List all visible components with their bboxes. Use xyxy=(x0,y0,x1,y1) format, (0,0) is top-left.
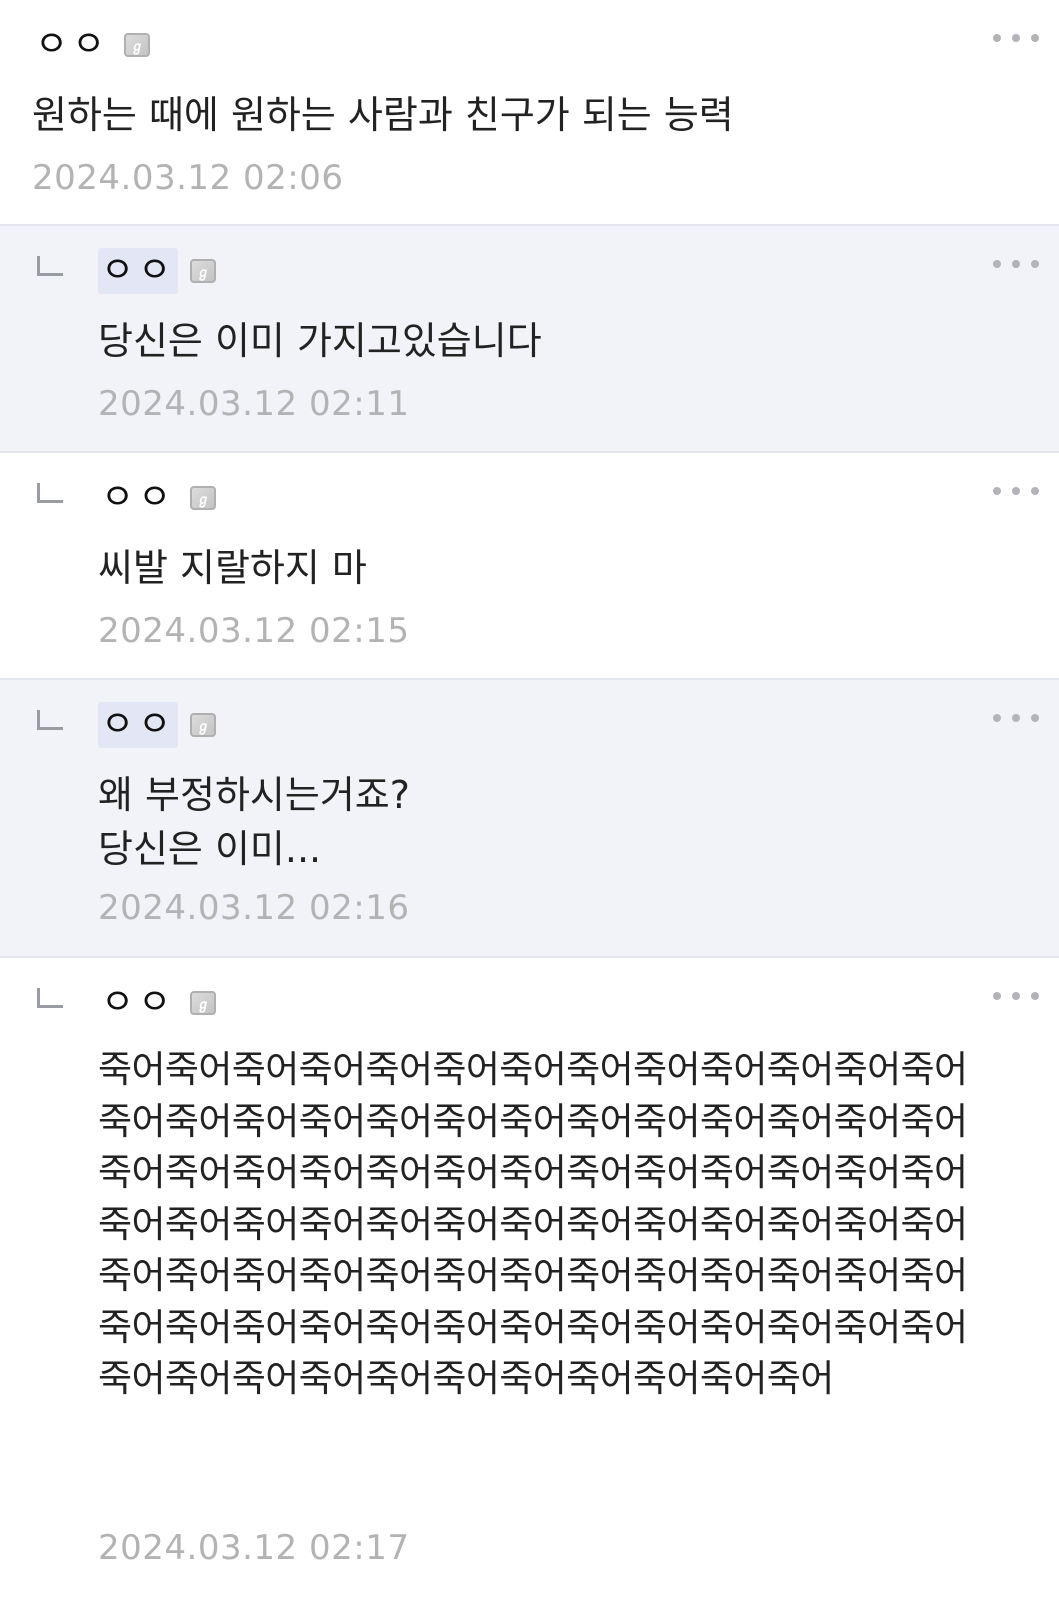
dot-icon xyxy=(1031,714,1039,722)
comment-timestamp: 2024.03.12 02:15 xyxy=(98,611,410,651)
dot-icon xyxy=(993,34,1001,42)
fixed-nick-icon: ℊ xyxy=(190,486,217,510)
dot-icon xyxy=(993,714,1001,722)
comment-timestamp: 2024.03.12 02:17 xyxy=(98,1528,410,1568)
more-options-button[interactable] xyxy=(993,252,1039,276)
dot-icon xyxy=(1031,260,1039,268)
dot-icon xyxy=(1031,34,1039,42)
dot-icon xyxy=(1012,714,1020,722)
fixed-nick-icon: ℊ xyxy=(124,33,151,57)
reply-arrow-icon xyxy=(37,256,63,276)
comment-timestamp: 2024.03.12 02:06 xyxy=(32,158,344,198)
comment-header: ㅇㅇ ℊ xyxy=(98,248,217,294)
reply-comment: ㅇㅇ ℊ 죽어죽어죽어죽어죽어죽어죽어죽어죽어죽어죽어죽어죽어죽어죽어죽어죽어죽… xyxy=(0,958,1059,1604)
reply-arrow-icon xyxy=(37,988,63,1008)
reply-comment: ㅇㅇ ℊ 왜 부정하시는거죠? 당신은 이미... 2024.03.12 02:… xyxy=(0,680,1059,958)
comment-header: ㅇㅇ ℊ xyxy=(98,702,217,748)
more-options-button[interactable] xyxy=(993,984,1039,1008)
comment-text: 당신은 이미 가지고있습니다 xyxy=(98,319,542,363)
dot-icon xyxy=(993,992,1001,1000)
dot-icon xyxy=(1031,992,1039,1000)
author-name[interactable]: ㅇㅇ xyxy=(98,980,178,1026)
comment-text: 씨발 지랄하지 마 xyxy=(98,546,367,590)
author-name[interactable]: ㅇㅇ xyxy=(32,22,112,68)
dot-icon xyxy=(1031,487,1039,495)
comment-text: 죽어죽어죽어죽어죽어죽어죽어죽어죽어죽어죽어죽어죽어죽어죽어죽어죽어죽어죽어죽어… xyxy=(98,1048,968,1400)
dot-icon xyxy=(993,487,1001,495)
dot-icon xyxy=(1012,34,1020,42)
dot-icon xyxy=(1012,992,1020,1000)
more-options-button[interactable] xyxy=(993,706,1039,730)
author-name[interactable]: ㅇㅇ xyxy=(98,475,178,521)
comment-header: ㅇㅇ ℊ xyxy=(32,22,151,68)
more-options-button[interactable] xyxy=(993,26,1039,50)
comment-timestamp: 2024.03.12 02:11 xyxy=(98,384,410,424)
reply-arrow-icon xyxy=(37,483,63,503)
dot-icon xyxy=(993,260,1001,268)
comment-text: 원하는 때에 원하는 사람과 친구가 되는 능력 xyxy=(32,93,734,137)
reply-comment: ㅇㅇ ℊ 씨발 지랄하지 마 2024.03.12 02:15 xyxy=(0,453,1059,680)
comment-timestamp: 2024.03.12 02:16 xyxy=(98,888,410,928)
fixed-nick-icon: ℊ xyxy=(190,259,217,283)
author-name[interactable]: ㅇㅇ xyxy=(98,702,179,748)
comment-header: ㅇㅇ ℊ xyxy=(98,980,217,1026)
comment-text: 왜 부정하시는거죠? 당신은 이미... xyxy=(98,773,410,871)
comment-thread: ㅇㅇ ℊ 원하는 때에 원하는 사람과 친구가 되는 능력 2024.03.12… xyxy=(0,0,1059,1604)
more-options-button[interactable] xyxy=(993,479,1039,503)
author-name[interactable]: ㅇㅇ xyxy=(98,248,179,294)
fixed-nick-icon: ℊ xyxy=(190,991,217,1015)
dot-icon xyxy=(1012,487,1020,495)
reply-comment: ㅇㅇ ℊ 당신은 이미 가지고있습니다 2024.03.12 02:11 xyxy=(0,226,1059,453)
reply-arrow-icon xyxy=(37,710,63,730)
comment-header: ㅇㅇ ℊ xyxy=(98,475,217,521)
fixed-nick-icon: ℊ xyxy=(190,713,217,737)
comment: ㅇㅇ ℊ 원하는 때에 원하는 사람과 친구가 되는 능력 2024.03.12… xyxy=(0,0,1059,226)
dot-icon xyxy=(1012,260,1020,268)
